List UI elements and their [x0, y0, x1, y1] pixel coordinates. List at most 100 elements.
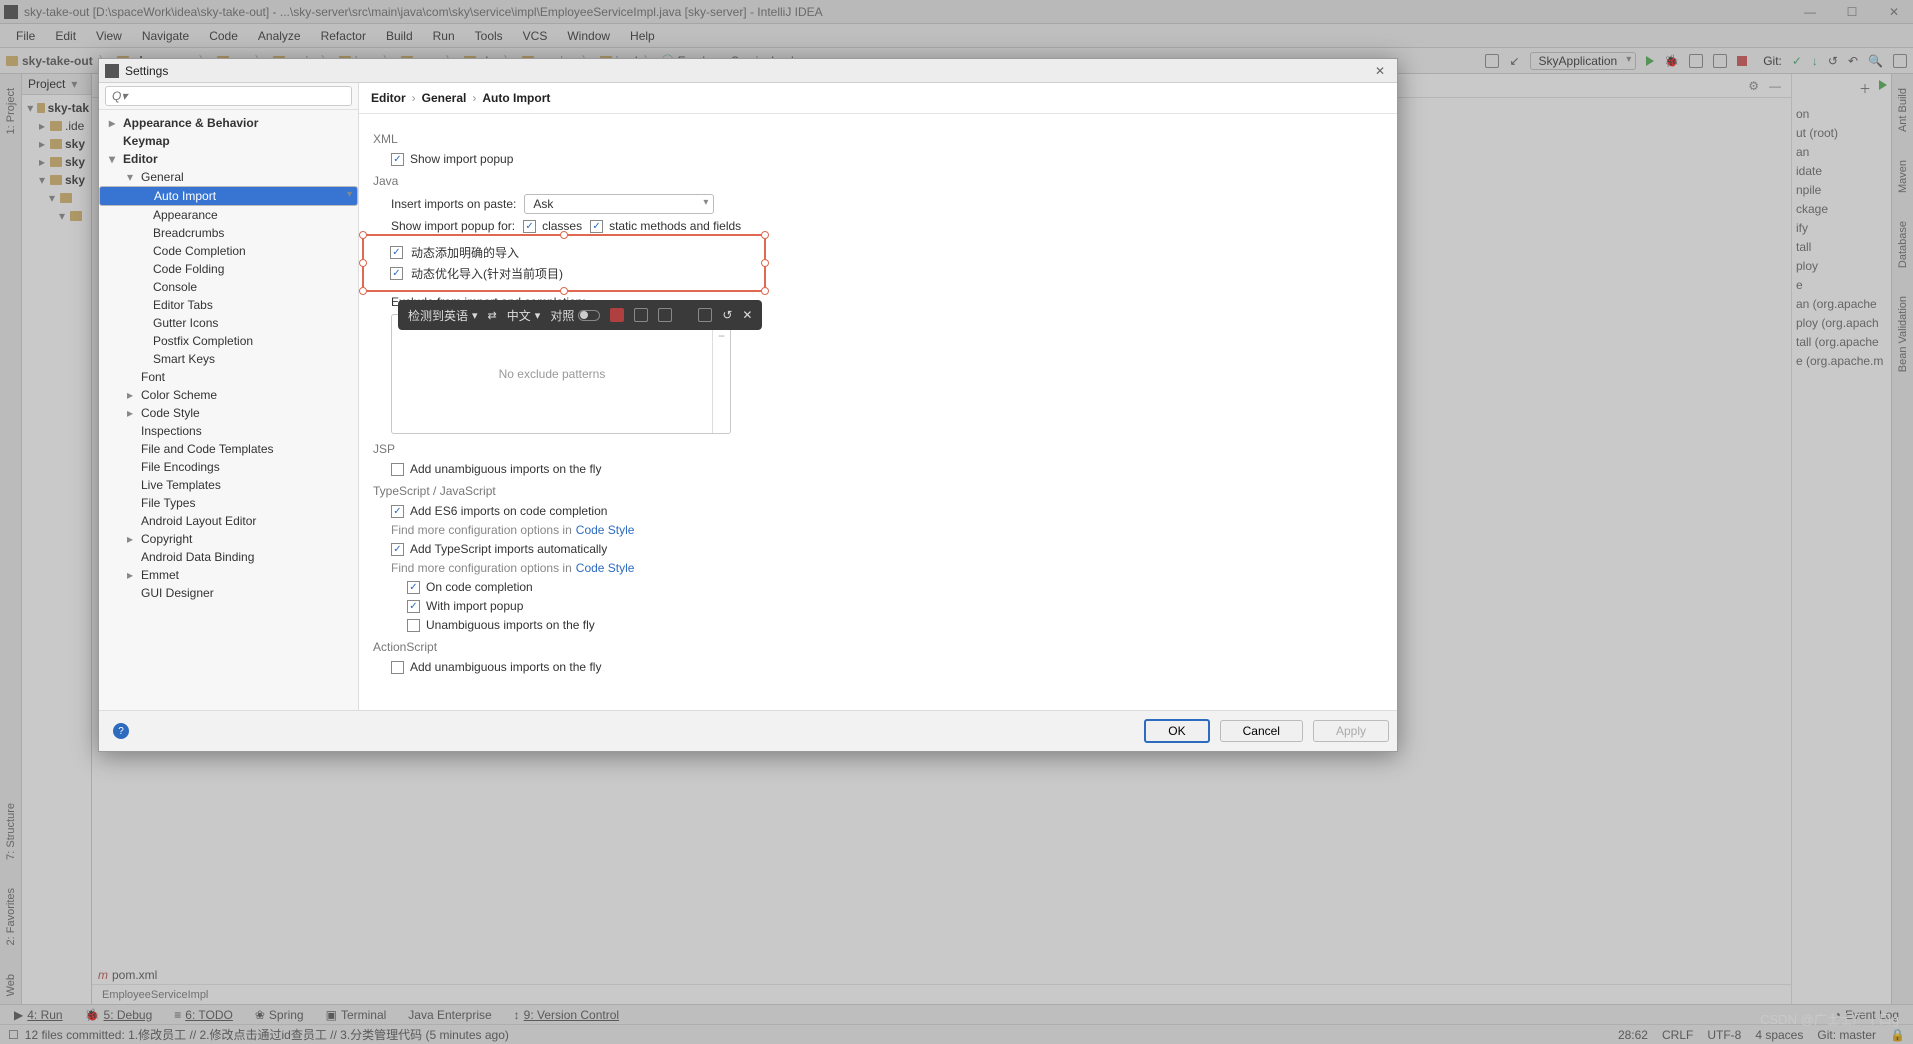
select-insert-imports[interactable]: Ask	[524, 194, 714, 214]
settings-tree-item[interactable]: Live Templates	[99, 476, 358, 494]
cb-classes[interactable]: ✓classes	[523, 219, 582, 233]
apply-button[interactable]: Apply	[1313, 720, 1389, 742]
tab-debug[interactable]: 🐞 5: Debug	[79, 1008, 159, 1022]
settings-tree-item[interactable]: Smart Keys	[99, 350, 358, 368]
close-button[interactable]: ✕	[1879, 5, 1909, 19]
settings-tree-item[interactable]: Postfix Completion	[99, 332, 358, 350]
list-item[interactable]: an	[1796, 143, 1887, 162]
caret-position[interactable]: 28:62	[1618, 1028, 1648, 1042]
tab-version-control[interactable]: ↕ 9: Version Control	[508, 1008, 625, 1022]
menu-edit[interactable]: Edit	[47, 27, 84, 45]
tree-item[interactable]: ▾	[24, 207, 89, 225]
build-dropdown-icon[interactable]: ↙	[1509, 54, 1519, 68]
settings-search-input[interactable]	[105, 86, 352, 106]
cancel-button[interactable]: Cancel	[1220, 720, 1303, 742]
menu-window[interactable]: Window	[559, 27, 618, 45]
copy-icon[interactable]	[634, 308, 648, 322]
settings-tree-item[interactable]: File Types	[99, 494, 358, 512]
settings-tree-item[interactable]: Gutter Icons	[99, 314, 358, 332]
lock-icon[interactable]: 🔒	[1890, 1028, 1905, 1042]
settings-tree-item[interactable]: Auto Import	[99, 186, 358, 206]
git-commit-icon[interactable]: ↓	[1812, 54, 1818, 68]
target-lang[interactable]: 中文 ▾	[507, 307, 541, 324]
settings-tree-item[interactable]: Appearance	[99, 206, 358, 224]
settings-tree-item[interactable]: Font	[99, 368, 358, 386]
settings-tree-item[interactable]: ▸Code Style	[99, 404, 358, 422]
cb-as-unamb[interactable]: Add unambiguous imports on the fly	[391, 660, 601, 674]
git-branch[interactable]: Git: master	[1817, 1028, 1876, 1042]
paste-icon[interactable]	[658, 308, 672, 322]
list-item[interactable]: tall	[1796, 238, 1887, 257]
list-item[interactable]: on	[1796, 105, 1887, 124]
cb-add-unamb[interactable]: ✓	[390, 246, 403, 259]
settings-tree-item[interactable]: Keymap	[99, 132, 358, 150]
debug-icon[interactable]: 🐞	[1664, 54, 1679, 68]
strip-web[interactable]: Web	[5, 966, 17, 1004]
settings-tree-item[interactable]: ▸Copyright	[99, 530, 358, 548]
cb-on-completion[interactable]: ✓On code completion	[407, 580, 533, 594]
maximize-button[interactable]: ☐	[1837, 5, 1867, 19]
tree-item[interactable]: ▸sky	[24, 135, 89, 153]
remove-icon[interactable]: −	[718, 329, 725, 343]
settings-tree-item[interactable]: ▾General	[99, 168, 358, 186]
menu-file[interactable]: File	[8, 27, 43, 45]
coverage-icon[interactable]	[1689, 54, 1703, 68]
tab-todo[interactable]: ≡ 6: TODO	[168, 1008, 239, 1022]
settings-tree-item[interactable]: File Encodings	[99, 458, 358, 476]
list-item[interactable]: e	[1796, 276, 1887, 295]
tab-run[interactable]: ▶ 4: Run	[8, 1008, 69, 1022]
menu-view[interactable]: View	[88, 27, 130, 45]
settings-tree-item[interactable]: File and Code Templates	[99, 440, 358, 458]
cb-with-popup[interactable]: ✓With import popup	[407, 599, 523, 613]
settings-tree-item[interactable]: ▸Emmet	[99, 566, 358, 584]
settings-tree-item[interactable]: Code Completion	[99, 242, 358, 260]
cb-show-popup-xml[interactable]: ✓Show import popup	[391, 152, 513, 166]
cb-jsp-unamb[interactable]: Add unambiguous imports on the fly	[391, 462, 601, 476]
tab-terminal[interactable]: ▣ Terminal	[320, 1008, 393, 1022]
menu-code[interactable]: Code	[201, 27, 246, 45]
list-item[interactable]: idate	[1796, 162, 1887, 181]
detect-lang[interactable]: 检测到英语 ▾	[408, 307, 478, 324]
screenshot-icon[interactable]	[610, 308, 624, 322]
git-history-icon[interactable]: ↺	[1828, 54, 1838, 68]
menu-vcs[interactable]: VCS	[515, 27, 556, 45]
line-sep[interactable]: CRLF	[1662, 1028, 1693, 1042]
ide-settings-icon[interactable]	[1893, 54, 1907, 68]
exclude-list[interactable]: No exclude patterns +−	[391, 314, 731, 434]
tree-item[interactable]: ▾sky-tak	[24, 99, 89, 117]
list-item[interactable]: ploy	[1796, 257, 1887, 276]
settings-tree-item[interactable]: Breadcrumbs	[99, 224, 358, 242]
link-code-style[interactable]: Code Style	[576, 523, 635, 537]
editor-hide-icon[interactable]: —	[1769, 79, 1781, 93]
strip-favorites[interactable]: 2: Favorites	[5, 880, 17, 953]
list-item[interactable]: tall (org.apache	[1796, 333, 1887, 352]
editor-gear-icon[interactable]: ⚙	[1748, 79, 1759, 93]
settings-tree-item[interactable]: ▸Color Scheme	[99, 386, 358, 404]
add-icon[interactable]: ＋	[1859, 80, 1871, 99]
cb-unamb-fly[interactable]: Unambiguous imports on the fly	[407, 618, 595, 632]
list-item[interactable]: ut (root)	[1796, 124, 1887, 143]
list-item[interactable]: ploy (org.apach	[1796, 314, 1887, 333]
profile-icon[interactable]	[1713, 54, 1727, 68]
indent[interactable]: 4 spaces	[1755, 1028, 1803, 1042]
menu-tools[interactable]: Tools	[467, 27, 511, 45]
strip-structure[interactable]: 7: Structure	[5, 795, 17, 868]
settings-tree-item[interactable]: ▸Appearance & Behavior	[99, 114, 358, 132]
cb-es6[interactable]: ✓Add ES6 imports on code completion	[391, 504, 607, 518]
settings-tree-item[interactable]: Android Layout Editor	[99, 512, 358, 530]
list-item[interactable]: ify	[1796, 219, 1887, 238]
tree-item[interactable]: ▾	[24, 189, 89, 207]
menu-analyze[interactable]: Analyze	[250, 27, 309, 45]
list-item[interactable]: e (org.apache.m	[1796, 352, 1887, 371]
menu-navigate[interactable]: Navigate	[134, 27, 197, 45]
dialog-titlebar[interactable]: Settings ✕	[99, 59, 1397, 83]
tab-java-enterprise[interactable]: Java Enterprise	[402, 1008, 497, 1022]
cb-ts-auto[interactable]: ✓Add TypeScript imports automatically	[391, 542, 607, 556]
strip-bean[interactable]: Bean Validation	[1897, 288, 1909, 380]
encoding[interactable]: UTF-8	[1707, 1028, 1741, 1042]
run-config-dropdown[interactable]: SkyApplication	[1530, 52, 1637, 70]
tree-item[interactable]: ▸sky	[24, 153, 89, 171]
menu-run[interactable]: Run	[425, 27, 463, 45]
translator-toolbar[interactable]: 检测到英语 ▾ ⇄ 中文 ▾ 对照 ↺ ✕	[398, 300, 762, 330]
tree-item[interactable]: ▸.ide	[24, 117, 89, 135]
